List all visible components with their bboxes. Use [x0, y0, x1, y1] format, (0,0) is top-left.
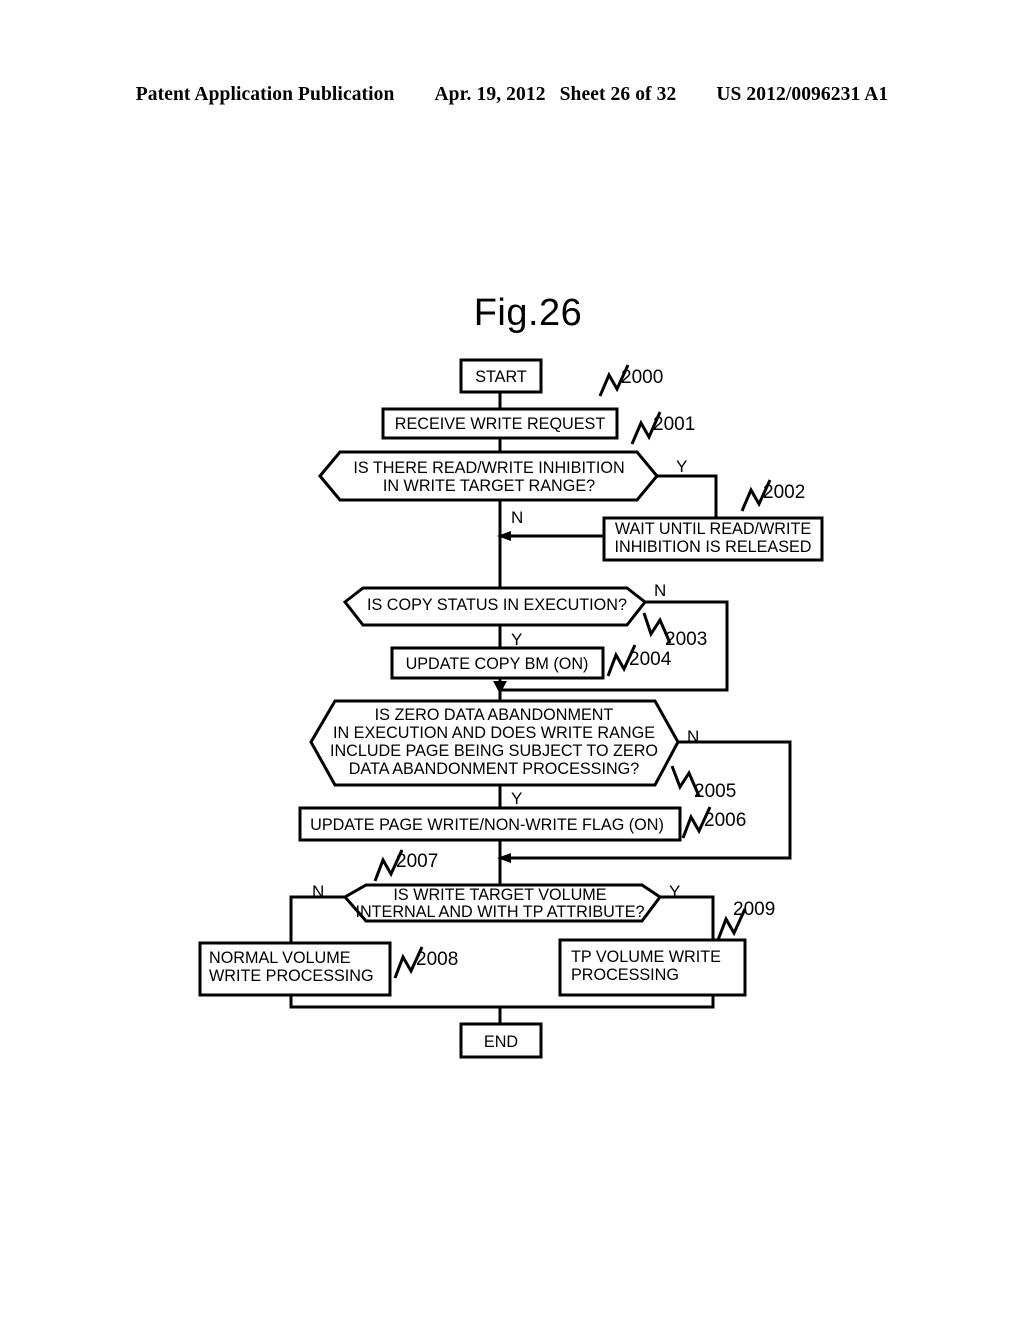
node-decision-tp-line2: INTERNAL AND WITH TP ATTRIBUTE?: [355, 903, 644, 921]
node-decision-zero-line2: IN EXECUTION AND DOES WRITE RANGE: [333, 724, 655, 742]
figure-title: Fig.26: [474, 292, 583, 334]
ref-numeral-2007: 2007: [396, 851, 438, 872]
ref-numeral-2006: 2006: [704, 810, 746, 831]
node-tp-volume-line2: PROCESSING: [571, 966, 679, 984]
branch-label-copy-no: N: [654, 581, 666, 600]
ref-numeral-2009: 2009: [733, 899, 775, 920]
branch-label-tp-yes: Y: [669, 882, 680, 901]
branch-label-rw-no: N: [511, 508, 523, 527]
branch-label-zero-no: N: [687, 727, 699, 746]
node-start-label: START: [475, 368, 527, 386]
node-normal-volume-line2: WRITE PROCESSING: [209, 967, 374, 985]
ref-numeral-2001: 2001: [653, 414, 695, 435]
ref-numeral-2005: 2005: [694, 781, 736, 802]
node-update-page-write-flag-label: UPDATE PAGE WRITE/NON-WRITE FLAG (ON): [310, 816, 664, 834]
connector-tp-yes-to-tpwrite: [660, 895, 715, 940]
node-wait-line2: INHIBITION IS RELEASED: [615, 538, 812, 556]
branch-label-rw-yes: Y: [676, 457, 687, 476]
flowchart-figure: Fig.26 START RECEIVE WRITE REQUEST IS TH…: [198, 292, 824, 1059]
node-decision-zero-line3: INCLUDE PAGE BEING SUBJECT TO ZERO: [330, 742, 658, 760]
ref-numeral-2002: 2002: [763, 482, 805, 503]
node-end-label: END: [484, 1033, 518, 1051]
branch-label-tp-no: N: [312, 882, 324, 901]
ref-numeral-2003: 2003: [665, 629, 707, 650]
node-decision-copy-status-label: IS COPY STATUS IN EXECUTION?: [367, 596, 627, 614]
node-tp-volume-line1: TP VOLUME WRITE: [571, 948, 721, 966]
branch-label-zero-yes: Y: [511, 789, 522, 808]
node-decision-zero-line1: IS ZERO DATA ABANDONMENT: [375, 706, 614, 724]
connector-normal-to-end: [289, 995, 500, 1009]
ref-numeral-2008: 2008: [416, 949, 458, 970]
connector-tpwrite-to-end: [500, 995, 715, 1009]
node-update-copy-bm-label: UPDATE COPY BM (ON): [406, 655, 589, 673]
node-decision-tp-line1: IS WRITE TARGET VOLUME: [393, 886, 606, 904]
connector-rw-yes-to-wait: [657, 474, 718, 520]
ref-numeral-2004: 2004: [629, 649, 672, 670]
node-normal-volume-line1: NORMAL VOLUME: [209, 949, 351, 967]
node-decision-rw-line1: IS THERE READ/WRITE INHIBITION: [353, 459, 624, 477]
node-decision-rw-line2: IN WRITE TARGET RANGE?: [383, 477, 595, 495]
arrowhead-copy-bypass-merge: [493, 681, 507, 694]
node-wait-line1: WAIT UNTIL READ/WRITE: [615, 520, 812, 538]
connector-tp-no-to-normal: [289, 895, 345, 943]
ref-numeral-2000: 2000: [621, 367, 663, 388]
branch-label-copy-yes: Y: [511, 630, 522, 649]
node-receive-write-request-label: RECEIVE WRITE REQUEST: [395, 415, 606, 433]
node-decision-zero-line4: DATA ABANDONMENT PROCESSING?: [349, 760, 640, 778]
patent-page: Patent Application Publication Apr. 19, …: [0, 0, 1024, 1320]
